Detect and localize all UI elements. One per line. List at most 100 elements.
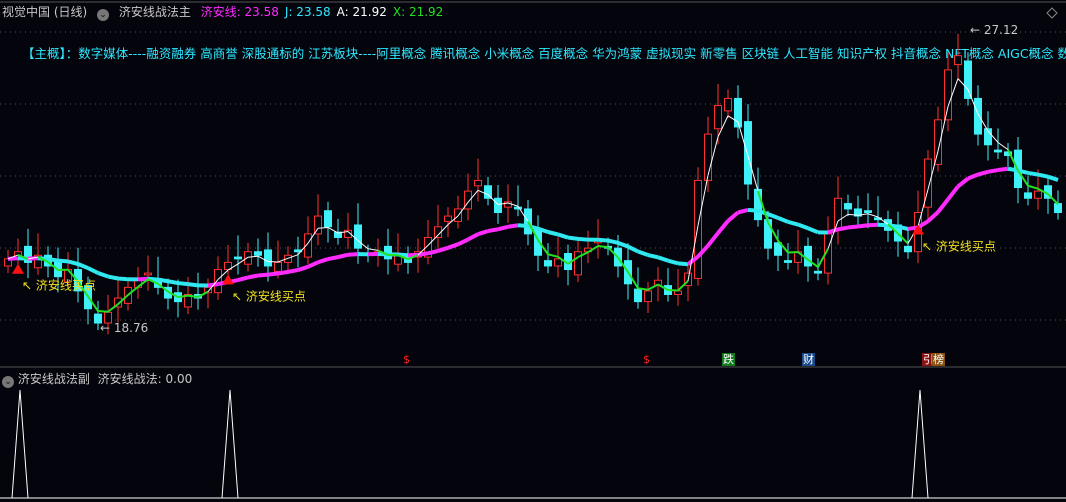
high-price-label: ← 27.12: [970, 23, 1018, 37]
slow-line-segment: [477, 229, 489, 237]
signal-spike: [221, 389, 239, 499]
slow-line-segment: [277, 269, 289, 276]
candle-down: [864, 210, 872, 214]
slow-line-segment: [977, 169, 989, 177]
candle-up: [274, 261, 282, 272]
slow-line-segment: [117, 276, 129, 282]
candle-down: [994, 149, 1002, 153]
slow-line-segment: [827, 227, 839, 235]
candlestick-chart[interactable]: ← 27.12 ← 18.76 ↖ 济安线买点 ↖ 济安线买点 ↖ 济安线买点: [0, 0, 1066, 502]
slow-line-segment: [647, 253, 659, 260]
buy-point-label: ↖ 济安线买点: [22, 278, 96, 293]
candle-down: [904, 245, 912, 253]
fast-line-segment: [1047, 193, 1059, 205]
slow-line-segment: [987, 168, 999, 174]
sub-value-label: 济安线战法:: [97, 372, 162, 386]
slow-line-segment: [847, 224, 859, 230]
slow-line-segment: [667, 258, 679, 266]
slow-line-segment: [267, 271, 279, 277]
slow-line-segment: [867, 222, 879, 228]
candle-down: [544, 260, 552, 267]
candle-down: [1054, 203, 1062, 214]
slow-line-segment: [716, 219, 730, 235]
slow-line-segment: [547, 230, 559, 237]
buy-point-label: ↖ 济安线买点: [232, 288, 306, 303]
slow-line-segment: [797, 222, 809, 231]
candle-down: [804, 245, 812, 267]
candle-up: [214, 269, 222, 294]
slow-line-segment: [317, 257, 329, 265]
sub-panel-name[interactable]: 济安线战法副: [18, 372, 90, 386]
dollar-event-icon[interactable]: $: [642, 353, 651, 366]
slow-line-segment: [337, 252, 349, 260]
slow-line-segment: [447, 242, 459, 250]
chevron-down-icon[interactable]: ⌄: [2, 376, 14, 388]
buy-point-label: ↖ 济安线买点: [922, 239, 996, 254]
slow-line-segment: [1027, 170, 1039, 177]
signal-spike: [11, 389, 29, 499]
slow-line-segment: [237, 275, 249, 282]
candle-up: [954, 55, 962, 66]
candle-up: [504, 201, 512, 208]
candle-down: [814, 270, 822, 274]
event-badge[interactable]: 跌: [722, 353, 735, 366]
fast-line-segment: [997, 142, 1009, 151]
candle-up: [714, 105, 722, 130]
slow-line-segment: [627, 244, 639, 254]
dollar-event-icon[interactable]: $: [402, 353, 411, 366]
fast-line-segment: [177, 294, 189, 299]
slow-line-segment: [467, 232, 479, 242]
sub-panel-header: ⌄ 济安线战法副 济安线战法: 0.00: [2, 370, 192, 388]
candle-up: [694, 179, 702, 279]
slow-line-segment: [726, 210, 740, 223]
fast-line-segment: [647, 283, 659, 291]
slow-line-segment: [1047, 174, 1059, 182]
candle-down: [494, 197, 502, 214]
fast-line-segment: [1027, 184, 1039, 190]
diamond-icon: [1046, 7, 1058, 19]
slow-line-segment: [877, 222, 889, 228]
slow-line-segment: [157, 277, 169, 284]
fast-line-segment: [187, 294, 199, 298]
slow-line-segment: [427, 248, 439, 256]
candle-up: [644, 290, 652, 303]
slow-line-segment: [527, 224, 539, 231]
slow-line-segment: [67, 259, 79, 266]
candle-up: [1034, 190, 1042, 199]
slow-line-segment: [897, 224, 909, 231]
slow-line-segment: [187, 282, 199, 288]
slow-line-segment: [107, 274, 119, 281]
fast-line-segment: [667, 289, 679, 292]
candle-down: [1024, 192, 1032, 199]
slow-line-segment: [946, 185, 960, 201]
candle-down: [744, 121, 752, 185]
slow-line-segment: [777, 216, 789, 224]
slow-line-segment: [327, 255, 339, 262]
event-badge[interactable]: 财: [802, 353, 815, 366]
event-badge[interactable]: 榜: [932, 353, 945, 366]
candle-down: [234, 256, 242, 260]
slow-line-segment: [997, 166, 1009, 173]
candle-up: [144, 272, 152, 276]
candle-up: [244, 251, 252, 265]
candle-down: [324, 210, 332, 228]
slow-line-segment: [307, 260, 319, 269]
fast-line-segment: [97, 310, 109, 313]
fast-line-segment: [597, 245, 609, 249]
slow-line-segment: [437, 245, 449, 253]
slow-line-segment: [247, 273, 259, 280]
candle-down: [844, 203, 852, 210]
slow-line-segment: [767, 212, 779, 220]
slow-line-segment: [517, 223, 529, 228]
slow-line-segment: [617, 240, 629, 249]
slow-line-segment: [287, 268, 299, 274]
candle-down: [964, 60, 972, 99]
low-price-label: ← 18.76: [100, 321, 148, 335]
slow-line-segment: [57, 258, 69, 264]
slow-line-segment: [657, 255, 669, 263]
fast-line-segment: [107, 303, 119, 313]
slow-line-segment: [487, 227, 499, 233]
slow-line-segment: [497, 224, 509, 232]
fast-line-segment: [327, 227, 339, 234]
candle-up: [554, 258, 562, 267]
